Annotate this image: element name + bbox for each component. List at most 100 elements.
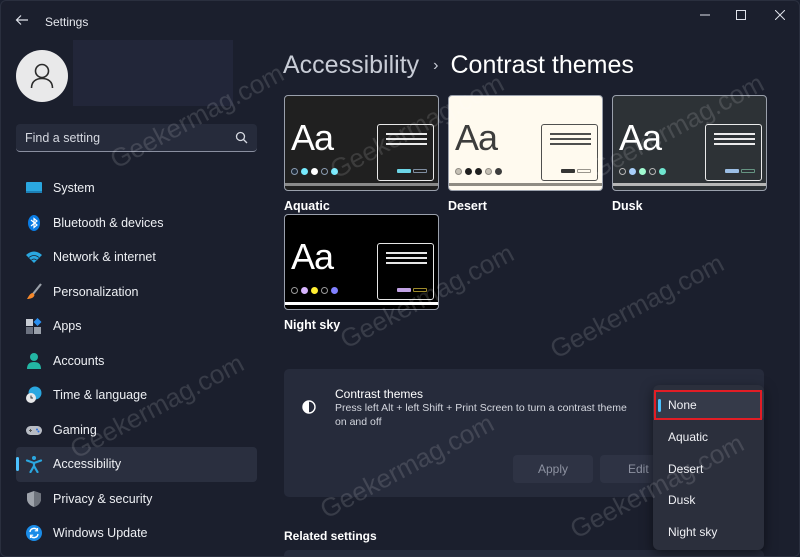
theme-color-dot [495, 168, 502, 175]
sidebar-item-label: Gaming [53, 422, 97, 437]
maximize-button[interactable] [726, 6, 756, 26]
theme-preview[interactable]: Aa [284, 214, 439, 310]
preview-line [550, 143, 591, 145]
sidebar-item-privacy-security[interactable]: Privacy & security [16, 482, 257, 517]
minimize-button[interactable] [690, 6, 720, 26]
theme-window-preview [705, 124, 762, 181]
dropdown-option-aquatic[interactable]: Aquatic [653, 422, 764, 452]
preview-line [386, 257, 427, 259]
minimize-icon [700, 14, 710, 16]
sidebar-item-system[interactable]: System [16, 171, 257, 206]
theme-color-dots [619, 168, 666, 175]
user-icon [30, 63, 54, 89]
dropdown-option-label: Night sky [668, 525, 718, 539]
theme-color-dot [321, 168, 328, 175]
close-button[interactable] [765, 6, 795, 26]
theme-aquatic[interactable]: Aa Aquatic [284, 95, 439, 213]
system-icon [26, 182, 42, 193]
sidebar-item-time-language[interactable]: Time & language [16, 378, 257, 413]
theme-preview[interactable]: Aa [448, 95, 603, 191]
sidebar-item-network[interactable]: Network & internet [16, 240, 257, 275]
back-button[interactable] [13, 13, 31, 31]
title-bar: Settings [1, 1, 799, 41]
avatar[interactable] [16, 50, 68, 102]
preview-secondary-button [413, 288, 427, 292]
preview-line [714, 138, 755, 140]
apps-icon [26, 318, 42, 334]
settings-window: Settings Find a setting System Bluetooth… [0, 0, 800, 557]
brush-icon [27, 282, 42, 299]
related-settings-card[interactable] [284, 550, 764, 556]
theme-color-dot [301, 168, 308, 175]
theme-taskbar-preview [285, 302, 438, 305]
apply-button[interactable]: Apply [513, 455, 593, 483]
theme-taskbar-preview [285, 183, 438, 186]
theme-color-dot [311, 287, 318, 294]
theme-color-dot [291, 168, 298, 175]
search-input[interactable]: Find a setting [16, 124, 257, 152]
sidebar-item-label: Bluetooth & devices [53, 215, 164, 230]
preview-line [714, 143, 755, 145]
contrast-themes-title: Contrast themes [335, 387, 424, 401]
theme-night-sky[interactable]: Aa Night sky [284, 214, 439, 332]
theme-color-dot [291, 287, 298, 294]
preview-line [386, 262, 427, 264]
preview-primary-button [561, 169, 575, 173]
breadcrumb-parent[interactable]: Accessibility [283, 51, 419, 80]
dropdown-option-label: Desert [668, 462, 704, 476]
sidebar-item-label: Time & language [53, 388, 148, 402]
contrast-themes-description: Press left Alt + left Shift + Print Scre… [335, 402, 627, 428]
sidebar-item-label: Accessibility [53, 457, 122, 471]
dropdown-option-desert[interactable]: Desert [653, 454, 764, 484]
gamepad-icon [26, 425, 42, 435]
theme-color-dot [331, 287, 338, 294]
theme-window-preview [541, 124, 598, 181]
theme-color-dot [465, 168, 472, 175]
theme-window-preview [377, 124, 434, 181]
page-title: Contrast themes [450, 51, 634, 79]
preview-line [386, 138, 427, 140]
dropdown-option-night-sky[interactable]: Night sky [653, 517, 764, 547]
preview-line [550, 133, 591, 135]
breadcrumb: Accessibility › Contrast themes [283, 51, 634, 80]
search-placeholder: Find a setting [25, 131, 101, 145]
theme-sample-text: Aa [455, 117, 498, 158]
theme-desert[interactable]: Aa Desert [448, 95, 603, 213]
dropdown-option-label: Aquatic [668, 430, 709, 444]
preview-line [714, 133, 755, 135]
close-icon [774, 9, 786, 21]
dropdown-option-dusk[interactable]: Dusk [653, 485, 764, 515]
dropdown-option-label: Dusk [668, 493, 696, 507]
sidebar-item-personalization[interactable]: Personalization [16, 275, 257, 310]
sidebar-item-bluetooth[interactable]: Bluetooth & devices [16, 206, 257, 241]
breadcrumb-separator-icon: › [433, 57, 439, 74]
sidebar-item-gaming[interactable]: Gaming [16, 413, 257, 448]
sidebar-item-label: Accounts [53, 353, 105, 368]
theme-color-dot [659, 168, 666, 175]
theme-color-dot [629, 168, 636, 175]
theme-color-dot [485, 168, 492, 175]
shield-icon [27, 490, 41, 507]
bluetooth-icon [28, 214, 40, 231]
theme-color-dot [639, 168, 646, 175]
sidebar-item-windows-update[interactable]: Windows Update [16, 516, 257, 551]
sidebar-item-accounts[interactable]: Accounts [16, 344, 257, 379]
back-arrow-icon [15, 15, 28, 25]
theme-preview[interactable]: Aa [284, 95, 439, 191]
theme-color-dots [455, 168, 502, 175]
sidebar-item-label: Privacy & security [53, 491, 153, 506]
sidebar-item-label: Personalization [53, 284, 139, 299]
theme-taskbar-preview [449, 183, 602, 186]
theme-sample-text: Aa [291, 236, 334, 277]
theme-color-dot [475, 168, 482, 175]
theme-dusk[interactable]: Aa Dusk [612, 95, 767, 213]
theme-name: Night sky [284, 318, 341, 332]
theme-color-dot [301, 287, 308, 294]
sidebar-item-label: System [53, 181, 95, 195]
sidebar-item-apps[interactable]: Apps [16, 309, 257, 344]
wifi-icon [26, 251, 42, 263]
theme-taskbar-preview [613, 183, 766, 186]
theme-preview[interactable]: Aa [612, 95, 767, 191]
sidebar-item-accessibility[interactable]: Accessibility [16, 447, 257, 482]
maximize-icon [736, 10, 746, 20]
